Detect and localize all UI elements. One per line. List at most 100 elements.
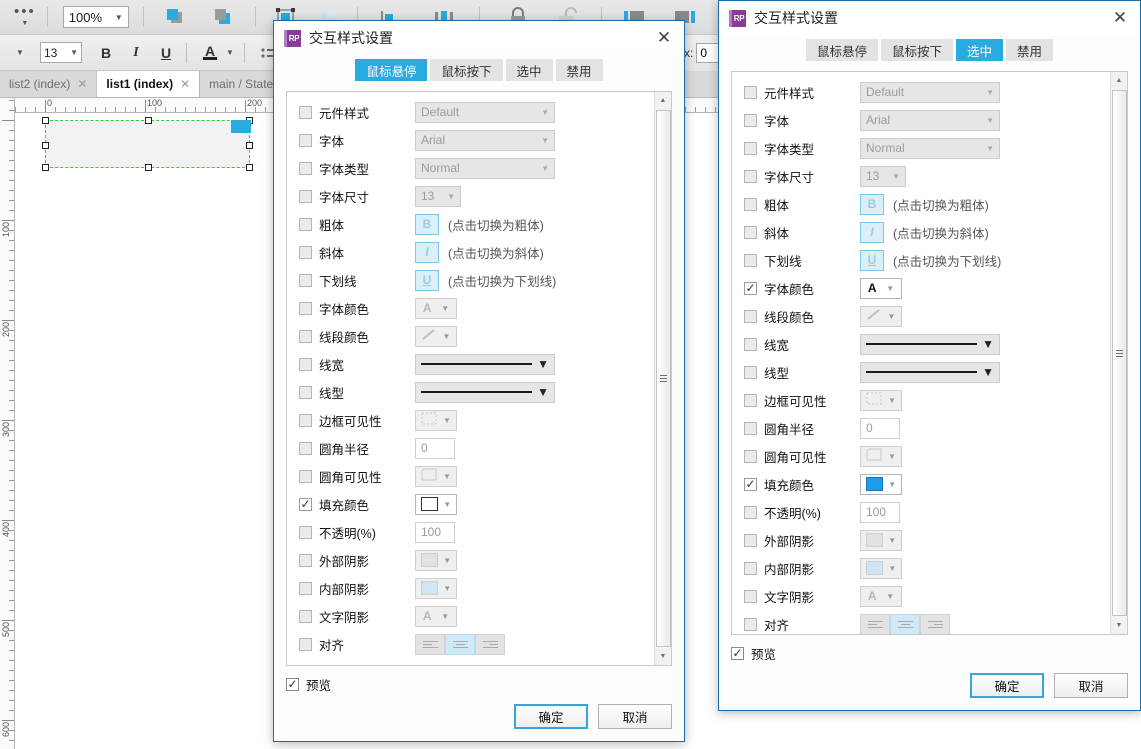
property-checkbox[interactable] xyxy=(299,470,312,483)
preview-checkbox[interactable] xyxy=(731,647,744,660)
property-checkbox[interactable] xyxy=(744,478,757,491)
color-swatch-button[interactable]: A▼ xyxy=(415,298,457,319)
align-right-button[interactable] xyxy=(475,634,505,655)
chevron-down-icon[interactable]: ▼ xyxy=(888,480,896,489)
chevron-down-icon[interactable]: ▼ xyxy=(986,88,994,97)
chevron-down-icon[interactable]: ▼ xyxy=(892,172,900,181)
resize-handle-n[interactable] xyxy=(145,117,152,124)
chevron-down-icon[interactable]: ▼ xyxy=(982,365,994,379)
property-checkbox[interactable] xyxy=(299,106,312,119)
property-checkbox[interactable] xyxy=(744,590,757,603)
preview-checkbox-row[interactable]: 预览 xyxy=(286,674,672,694)
chevron-down-icon[interactable]: ▼ xyxy=(541,164,549,173)
color-swatch-button[interactable]: ▼ xyxy=(415,578,457,599)
cancel-button[interactable]: 取消 xyxy=(1054,673,1128,698)
style-tab-1[interactable]: 鼠标按下 xyxy=(881,39,953,61)
property-checkbox[interactable] xyxy=(744,422,757,435)
style-toggle-button[interactable]: I xyxy=(415,242,439,263)
resize-handle-e[interactable] xyxy=(246,142,253,149)
property-checkbox[interactable] xyxy=(744,142,757,155)
align-center-button[interactable] xyxy=(445,634,475,655)
close-icon[interactable]: ✕ xyxy=(180,77,190,91)
style-tab-1[interactable]: 鼠标按下 xyxy=(430,59,502,81)
property-checkbox[interactable] xyxy=(299,330,312,343)
chevron-down-icon[interactable]: ▼ xyxy=(886,592,894,601)
color-swatch-button[interactable]: A▼ xyxy=(860,586,902,607)
chevron-down-icon[interactable]: ▼ xyxy=(888,536,896,545)
scroll-up-arrow-icon[interactable]: ▲ xyxy=(655,92,672,109)
interaction-style-dialog-selected[interactable]: RP 交互样式设置 ✕ 鼠标悬停鼠标按下选中禁用 元件样式Default▼字体A… xyxy=(718,0,1141,711)
line-style-dropdown[interactable]: ▼ xyxy=(415,354,555,375)
property-checkbox[interactable] xyxy=(299,582,312,595)
ok-button[interactable]: 确定 xyxy=(514,704,588,729)
preview-checkbox[interactable] xyxy=(286,678,299,691)
color-swatch-button[interactable]: ▼ xyxy=(415,550,457,571)
color-swatch-button[interactable]: ▼ xyxy=(860,474,902,495)
resize-handle-se[interactable] xyxy=(246,164,253,171)
property-dropdown[interactable]: Default▼ xyxy=(415,102,555,123)
color-swatch-button[interactable]: ▼ xyxy=(415,326,457,347)
property-checkbox[interactable] xyxy=(299,414,312,427)
style-toggle-button[interactable]: B xyxy=(860,194,884,215)
scroll-down-arrow-icon[interactable]: ▼ xyxy=(655,648,672,665)
font-color-button[interactable]: A xyxy=(198,41,222,65)
property-checkbox[interactable] xyxy=(744,338,757,351)
chevron-down-icon[interactable]: ▼ xyxy=(226,48,234,57)
chevron-down-icon[interactable]: ▼ xyxy=(537,385,549,399)
property-checkbox[interactable] xyxy=(299,554,312,567)
scrollbar-track[interactable] xyxy=(655,109,672,648)
align-left-button[interactable] xyxy=(860,614,890,635)
color-swatch-button[interactable]: ▼ xyxy=(860,446,902,467)
font-size-input[interactable]: 13 ▼ xyxy=(40,42,82,63)
color-swatch-button[interactable]: ▼ xyxy=(415,466,457,487)
property-input[interactable]: 0 xyxy=(415,438,455,459)
property-checkbox[interactable] xyxy=(299,386,312,399)
property-checkbox[interactable] xyxy=(744,506,757,519)
property-checkbox[interactable] xyxy=(299,526,312,539)
align-center-button[interactable] xyxy=(890,614,920,635)
line-style-dropdown[interactable]: ▼ xyxy=(860,362,1000,383)
document-tab-list1[interactable]: list1 (index) ✕ xyxy=(97,71,200,97)
property-dropdown[interactable]: 13▼ xyxy=(415,186,461,207)
color-swatch-button[interactable]: ▼ xyxy=(415,410,457,431)
overflow-menu-button[interactable]: ••• ▼ xyxy=(10,5,40,29)
chevron-down-icon[interactable]: ▼ xyxy=(888,452,896,461)
property-input[interactable]: 100 xyxy=(415,522,455,543)
document-tab-list2[interactable]: list2 (index) ✕ xyxy=(0,71,97,97)
color-swatch-button[interactable]: ▼ xyxy=(860,306,902,327)
chevron-down-icon[interactable]: ▼ xyxy=(888,312,896,321)
property-checkbox[interactable] xyxy=(299,442,312,455)
property-dropdown[interactable]: 13▼ xyxy=(860,166,906,187)
style-toggle-button[interactable]: I xyxy=(860,222,884,243)
property-checkbox[interactable] xyxy=(299,246,312,259)
color-swatch-button[interactable]: ▼ xyxy=(860,530,902,551)
style-toggle-button[interactable]: U xyxy=(860,250,884,271)
property-checkbox[interactable] xyxy=(744,534,757,547)
chevron-down-icon[interactable]: ▼ xyxy=(537,357,549,371)
align-right-button[interactable] xyxy=(920,614,950,635)
style-toggle-button[interactable]: U xyxy=(415,270,439,291)
style-tab-2[interactable]: 选中 xyxy=(956,39,1003,61)
color-swatch-button[interactable]: ▼ xyxy=(860,558,902,579)
property-checkbox[interactable] xyxy=(299,274,312,287)
property-checkbox[interactable] xyxy=(299,610,312,623)
chevron-down-icon[interactable]: ▼ xyxy=(443,500,451,509)
property-checkbox[interactable] xyxy=(744,254,757,267)
chevron-down-icon[interactable]: ▼ xyxy=(447,192,455,201)
property-checkbox[interactable] xyxy=(299,302,312,315)
property-input[interactable]: 0 xyxy=(860,418,900,439)
chevron-down-icon[interactable]: ▼ xyxy=(443,472,451,481)
close-icon[interactable]: ✕ xyxy=(652,26,676,50)
preview-checkbox-row[interactable]: 预览 xyxy=(731,643,1128,663)
property-checkbox[interactable] xyxy=(744,86,757,99)
resize-handle-sw[interactable] xyxy=(42,164,49,171)
property-checkbox[interactable] xyxy=(744,450,757,463)
property-checkbox[interactable] xyxy=(744,282,757,295)
bold-button[interactable]: B xyxy=(94,41,118,65)
style-tab-0[interactable]: 鼠标悬停 xyxy=(806,39,878,61)
style-tab-3[interactable]: 禁用 xyxy=(1006,39,1053,61)
property-checkbox[interactable] xyxy=(744,198,757,211)
underline-button[interactable]: U xyxy=(154,41,178,65)
zoom-select[interactable]: 100% ▼ xyxy=(63,6,129,28)
property-checkbox[interactable] xyxy=(744,226,757,239)
